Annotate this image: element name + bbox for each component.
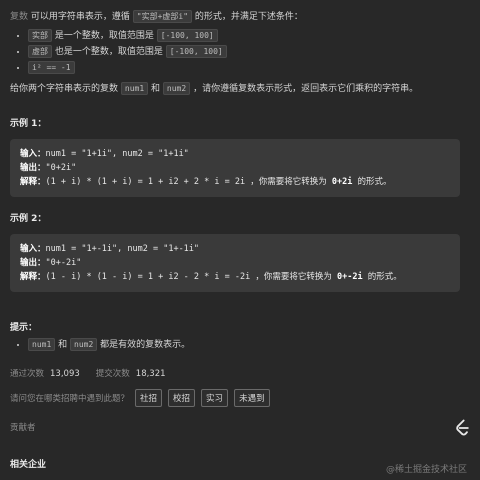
related-companies-label[interactable]: 相关企业 xyxy=(10,457,46,470)
submit-label: 提交次数 xyxy=(95,369,130,379)
hints-list: num1 和 num2 都是有效的复数表示。 xyxy=(10,338,470,351)
condition-code: 虚部 xyxy=(28,45,52,58)
list-item: i² == -1 xyxy=(28,61,470,74)
condition-range: [-100, 100] xyxy=(156,29,218,42)
explain-label: 解释： xyxy=(20,272,46,282)
list-item: 虚部 也是一个整数，取值范围是 [-100, 100] xyxy=(28,45,470,58)
condition-text: 也是一个整数，取值范围是 xyxy=(54,47,163,57)
hint-text: 都是有效的复数表示。 xyxy=(100,340,191,350)
num2-code: num2 xyxy=(162,82,191,95)
conditions-list: 实部 是一个整数，取值范围是 [-100, 100] 虚部 也是一个整数，取值范… xyxy=(10,29,470,74)
tag-campus-recruit[interactable]: 校招 xyxy=(168,389,196,407)
condition-code: 实部 xyxy=(28,29,52,42)
num1-code: num1 xyxy=(28,338,56,351)
pass-count: 通过次数 13,093 xyxy=(10,367,80,379)
tag-internship[interactable]: 实习 xyxy=(201,389,229,407)
task-text-end: ，请你遵循复数表示形式，返回表示它们乘积的字符串。 xyxy=(193,84,419,94)
task-paragraph: 给你两个字符串表示的复数 num1 和 num2 ，请你遵循复数表示形式，返回表… xyxy=(10,82,470,96)
explain-text-end: 的形式。 xyxy=(367,272,402,282)
example-input: num1 = "1+-1i", num2 = "1+-1i" xyxy=(45,244,200,254)
hints-title: 提示： xyxy=(10,323,38,333)
submit-count: 提交次数 18,321 xyxy=(96,367,166,379)
submission-stats: 通过次数 13,093 提交次数 18,321 xyxy=(10,367,470,379)
list-item: 实部 是一个整数，取值范围是 [-100, 100] xyxy=(28,29,470,42)
example-input: num1 = "1+1i", num2 = "1+1i" xyxy=(45,149,189,159)
condition-formula: i² == -1 xyxy=(28,61,75,74)
explain-code: (1 + i) * (1 + i) = 1 + i2 + 2 * i = 2i xyxy=(45,177,246,187)
condition-range: [-100, 100] xyxy=(165,45,227,58)
explain-text-end: 的形式。 xyxy=(357,177,392,187)
format-code: "实部+虚部i" xyxy=(132,10,193,23)
intro-paragraph: 复数 可以用字符串表示，遵循 "实部+虚部i" 的形式，并满足下述条件： xyxy=(10,10,470,24)
list-item: num1 和 num2 都是有效的复数表示。 xyxy=(28,338,470,351)
interview-question: 请问您在哪类招聘中遇到此题？ 社招 校招 实习 未遇到 xyxy=(10,389,470,407)
explain-text: ，你需要将它转换为 xyxy=(255,272,332,282)
condition-text: 是一个整数，取值范围是 xyxy=(54,31,154,41)
tag-not-encountered[interactable]: 未遇到 xyxy=(234,389,270,407)
input-label: 输入： xyxy=(20,149,46,159)
example-output: "0+-2i" xyxy=(45,258,82,268)
contributors-label[interactable]: 贡献者 xyxy=(10,421,470,433)
explain-label: 解释： xyxy=(20,177,46,187)
hint-and: 和 xyxy=(58,340,68,350)
example-2-box: 输入：num1 = "1+-1i", num2 = "1+-1i" 输出："0+… xyxy=(10,234,460,292)
intro-text-end: 的形式，并满足下述条件： xyxy=(194,12,303,22)
output-label: 输出： xyxy=(20,163,46,173)
num1-code: num1 xyxy=(120,82,149,95)
tag-social-recruit[interactable]: 社招 xyxy=(135,389,163,407)
pass-label: 通过次数 xyxy=(10,369,45,379)
pass-value: 13,093 xyxy=(50,369,80,379)
example-1-title: 示例 1： xyxy=(10,119,47,129)
leetcode-logo-icon[interactable] xyxy=(452,418,472,438)
output-label: 输出： xyxy=(20,258,46,268)
problem-description: 复数 可以用字符串表示，遵循 "实部+虚部i" 的形式，并满足下述条件： 实部 … xyxy=(10,10,470,433)
input-label: 输入： xyxy=(20,244,46,254)
task-and: 和 xyxy=(151,84,161,94)
example-output: "0+2i" xyxy=(45,163,77,173)
intro-text: 可以用字符串表示，遵循 xyxy=(30,12,130,22)
explain-text: ，你需要将它转换为 xyxy=(250,177,327,187)
intro-term: 复数 xyxy=(10,12,29,22)
watermark-text: @稀土掘金技术社区 xyxy=(386,465,468,475)
explain-code: (1 - i) * (1 - i) = 1 + i2 - 2 * i = -2i xyxy=(45,272,251,282)
explain-bold: 0+2i xyxy=(331,177,353,187)
explain-bold: 0+-2i xyxy=(336,272,363,282)
interview-question-text: 请问您在哪类招聘中遇到此题？ xyxy=(10,394,130,404)
task-text: 给你两个字符串表示的复数 xyxy=(10,84,119,94)
example-2-title: 示例 2： xyxy=(10,214,47,224)
num2-code: num2 xyxy=(70,338,98,351)
example-1-box: 输入：num1 = "1+1i", num2 = "1+1i" 输出："0+2i… xyxy=(10,139,460,197)
submit-value: 18,321 xyxy=(135,369,166,379)
